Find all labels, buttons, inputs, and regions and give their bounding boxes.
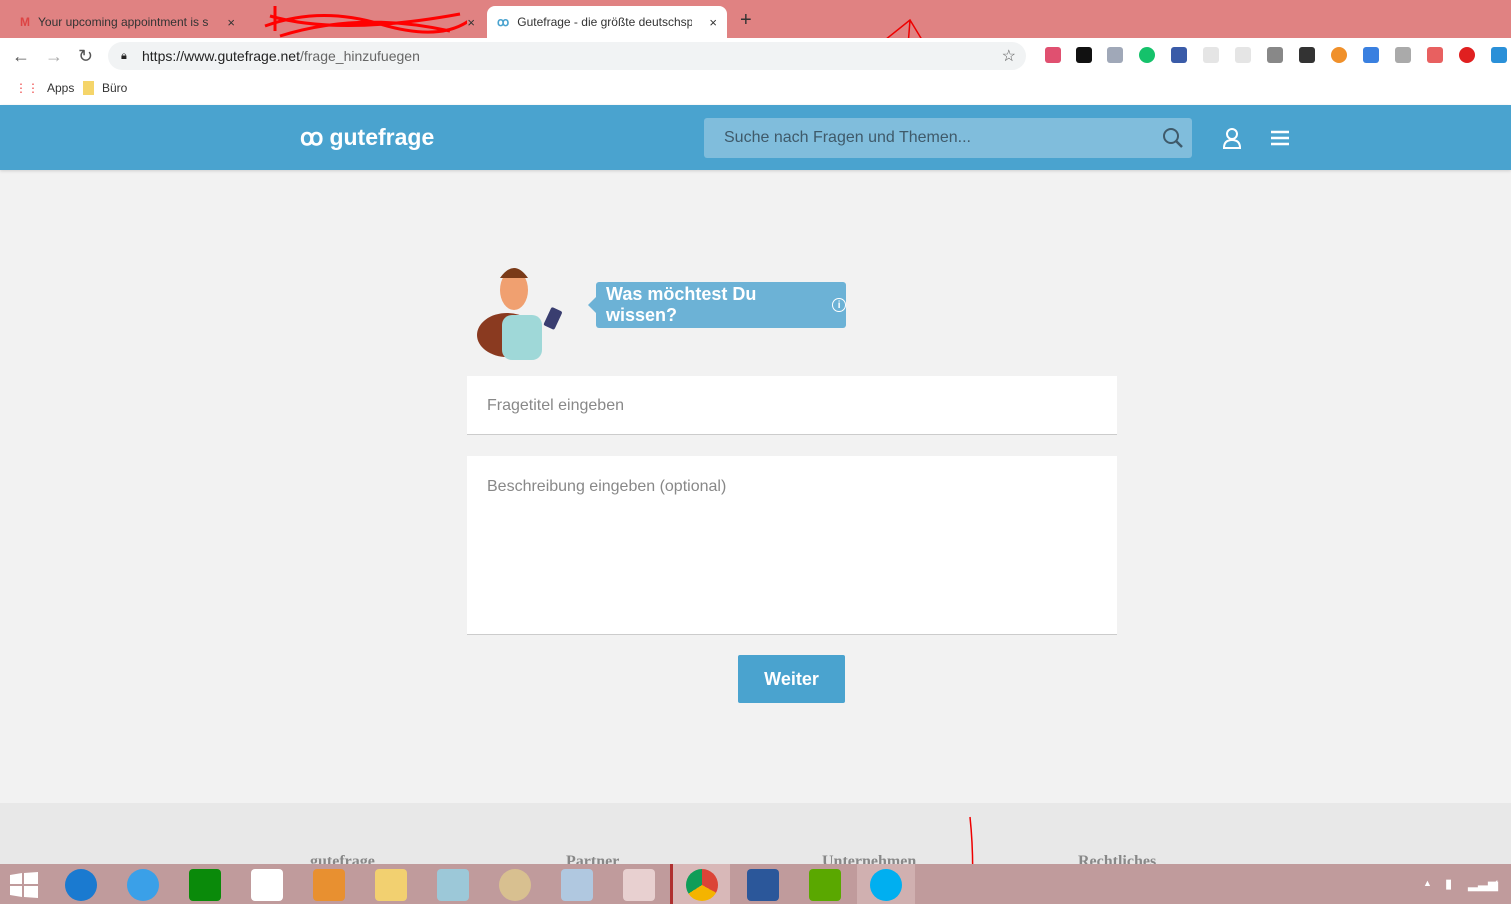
question-prompt-bubble: Was möchtest Du wissen? i (588, 282, 846, 328)
snipping-tool-icon[interactable] (623, 869, 655, 901)
close-icon[interactable]: × (467, 15, 475, 30)
menu-icon[interactable] (1270, 130, 1290, 146)
description-placeholder: Beschreibung eingeben (optional) (487, 478, 727, 495)
media-player-icon[interactable] (313, 869, 345, 901)
title-placeholder: Fragetitel eingeben (487, 397, 624, 414)
url-input[interactable]: 🔒︎ https://www.gutefrage.net/frage_hinzu… (108, 42, 1026, 70)
tab-gmail[interactable]: M Your upcoming appointment is s × (10, 6, 245, 38)
address-bar-row: ← → ↻ 🔒︎ https://www.gutefrage.net/frage… (0, 38, 1511, 72)
description-textarea[interactable]: Beschreibung eingeben (optional) (467, 456, 1117, 635)
lock-icon: 🔒︎ (121, 49, 127, 62)
thunderbird-icon[interactable] (65, 869, 97, 901)
windows-start-icon[interactable] (10, 872, 38, 898)
gmail-icon: M (20, 15, 30, 29)
qr-icon[interactable] (1395, 47, 1411, 63)
skype-taskbar-button[interactable] (857, 864, 915, 904)
bookmark-apps[interactable]: ⋮⋮ Apps (15, 81, 74, 95)
bookmark-label: Apps (47, 81, 75, 95)
windows-taskbar: ▲ ▮ ▂▃▅ 🔈︎ (0, 864, 1511, 904)
info-icon[interactable]: i (832, 298, 846, 312)
search-input[interactable]: Suche nach Fragen und Themen... (704, 118, 1192, 158)
user-icon[interactable] (1222, 127, 1242, 149)
camtasia-icon[interactable] (809, 869, 841, 901)
bookmark-label: Büro (102, 81, 128, 95)
back-icon[interactable]: ← (12, 46, 30, 67)
site-footer: gutefrage Partner Unternehmen Rechtliche… (0, 803, 1511, 898)
bookmark-buero[interactable]: Büro (83, 81, 127, 95)
file-explorer-icon[interactable] (375, 869, 407, 901)
adblock-icon[interactable] (1459, 47, 1475, 63)
calculator-icon[interactable] (561, 869, 593, 901)
new-tab-button[interactable]: + (740, 9, 752, 32)
search-icon[interactable] (1162, 127, 1184, 149)
site-header: ꝏ gutefrage Suche nach Fragen und Themen.… (0, 105, 1511, 170)
volume-icon[interactable]: 🔈︎ (1493, 875, 1501, 892)
internet-explorer-icon[interactable] (127, 869, 159, 901)
tab-title: Your upcoming appointment is s (38, 15, 209, 29)
logo-icon: ꝏ (300, 124, 324, 150)
store-icon[interactable] (189, 869, 221, 901)
continue-button[interactable]: Weiter (738, 655, 845, 703)
prompt-text: Was möchtest Du wissen? (606, 284, 757, 325)
shield-icon[interactable] (1427, 47, 1443, 63)
logo-blue-orange-icon[interactable] (1331, 47, 1347, 63)
tab-gutefrage[interactable]: ꝏ Gutefrage - die größte deutschsp × (487, 6, 727, 38)
notes-icon[interactable] (437, 869, 469, 901)
chrome-taskbar-button[interactable] (670, 864, 730, 904)
url-host: https://www.gutefrage.net (142, 48, 300, 64)
tv-icon[interactable] (1235, 47, 1251, 63)
star-icon[interactable]: ☆ (1002, 46, 1016, 66)
question-title-input[interactable]: Fragetitel eingeben (467, 376, 1117, 435)
battery-icon[interactable]: ▮ (1445, 876, 1452, 892)
price-search-icon[interactable] (1203, 47, 1219, 63)
close-icon[interactable]: × (227, 15, 235, 30)
chrome-icon (686, 869, 718, 901)
url-path: /frage_hinzufuegen (299, 48, 420, 64)
grammarly-icon[interactable] (1139, 47, 1155, 63)
tab-redacted[interactable]: × (250, 6, 485, 38)
close-icon[interactable]: × (709, 15, 717, 30)
mascot-illustration (477, 268, 562, 360)
dropbox-icon[interactable] (251, 869, 283, 901)
show-hidden-icons[interactable]: ▲ (1423, 878, 1432, 888)
arrow-icon[interactable] (1267, 47, 1283, 63)
tab-title: Gutefrage - die größte deutschsp (517, 15, 693, 29)
eyedropper-icon[interactable] (1045, 47, 1061, 63)
reload-icon[interactable]: ↻ (78, 46, 93, 67)
word-icon[interactable] (747, 869, 779, 901)
bookmark-icon[interactable] (1171, 47, 1187, 63)
redacted-scribble-icon (264, 6, 468, 38)
tab-bar: M Your upcoming appointment is s × × ꝏ G… (0, 0, 1511, 86)
logo-text: gutefrage (329, 124, 435, 150)
paint-icon[interactable] (499, 869, 531, 901)
blue-square-icon[interactable] (1491, 47, 1507, 63)
bookmarks-bar: ⋮⋮ Apps Büro (0, 72, 1511, 105)
forward-icon[interactable]: → (45, 46, 63, 67)
download-icon[interactable] (1299, 47, 1315, 63)
ninja-icon[interactable] (1076, 47, 1092, 63)
search-placeholder: Suche nach Fragen und Themen... (724, 129, 971, 146)
gutefrage-logo[interactable]: ꝏ gutefrage (300, 124, 434, 151)
skype-icon (870, 869, 902, 901)
tag-icon[interactable] (1363, 47, 1379, 63)
folder-icon (83, 81, 94, 95)
code-icon[interactable] (1107, 47, 1123, 63)
gutefrage-icon: ꝏ (497, 15, 510, 29)
apps-grid-icon: ⋮⋮ (15, 81, 39, 95)
